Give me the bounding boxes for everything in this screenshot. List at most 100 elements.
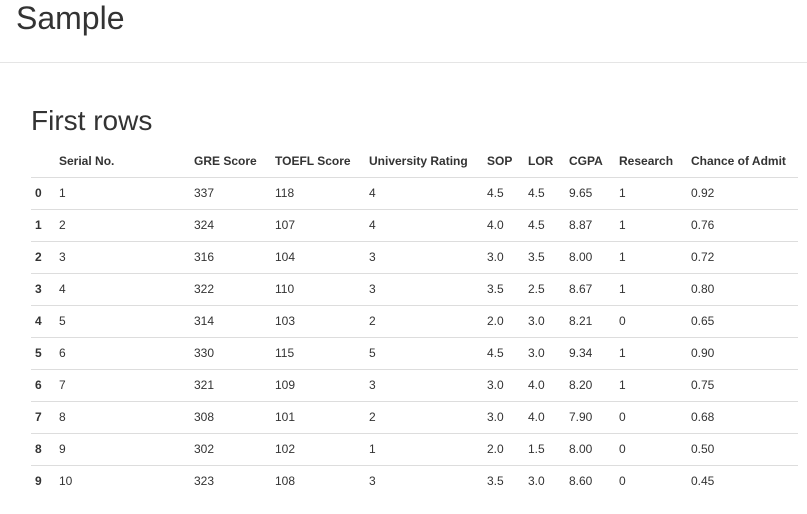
sop-cell: 3.0 [479, 401, 520, 434]
chance-of-admit-cell: 0.68 [683, 401, 798, 434]
row-index-cell: 1 [31, 209, 51, 242]
gre-score-cell: 321 [186, 369, 267, 402]
sop-cell: 3.0 [479, 241, 520, 274]
cgpa-cell: 8.87 [561, 209, 611, 242]
university-rating-cell: 3 [369, 474, 376, 489]
gre-score-cell: 308 [186, 401, 267, 434]
serial-no-cell: 5 [51, 305, 186, 338]
university-rating-cell: 3 [361, 241, 479, 274]
table-row: 4 5 314 103 2 2.0 3.0 8.21 0 0.65 [31, 305, 798, 338]
university-rating-cell: 3 [361, 273, 479, 306]
toefl-score-cell: 108 [275, 474, 296, 489]
university-rating-cell: 5 [361, 337, 479, 370]
table-row: 7 8 308 101 2 3.0 4.0 7.90 0 0.68 [31, 401, 798, 434]
chance-of-admit-cell: 0.76 [683, 209, 798, 242]
cgpa-cell: 8.00 [561, 241, 611, 274]
table-row: 8 9 302 102 1 2.0 1.5 8.00 0 0.50 [31, 433, 798, 466]
research-cell: 1 [611, 337, 683, 370]
serial-no-cell: 10 [59, 474, 73, 489]
section-title: First rows [31, 105, 153, 136]
cgpa-cell: 8.21 [561, 305, 611, 338]
toefl-score-cell: 103 [267, 305, 361, 338]
gre-score-cell: 323 [194, 474, 215, 489]
research-cell: 0 [611, 305, 683, 338]
table-row: 2 3 316 104 3 3.0 3.5 8.00 1 0.72 [31, 241, 798, 274]
lor-cell: 3.5 [520, 241, 561, 274]
research-cell: 0 [611, 433, 683, 466]
sop-cell: 3.0 [479, 369, 520, 402]
lor-cell: 4.5 [520, 177, 561, 210]
serial-no-cell: 8 [51, 401, 186, 434]
serial-no-cell: 4 [51, 273, 186, 306]
cgpa-cell: 7.90 [561, 401, 611, 434]
table-row: 9 10 323 108 3 3.5 3.0 8.60 0 0.45 [31, 465, 798, 497]
column-header-research: Research [611, 145, 683, 178]
chance-of-admit-cell: 0.92 [683, 177, 798, 210]
serial-no-cell: 7 [51, 369, 186, 402]
row-index-cell: 9 [35, 474, 42, 489]
toefl-score-cell: 104 [267, 241, 361, 274]
row-index-cell: 8 [31, 433, 51, 466]
sop-cell: 2.0 [479, 305, 520, 338]
toefl-score-cell: 101 [267, 401, 361, 434]
lor-cell: 4.5 [520, 209, 561, 242]
toefl-score-cell: 107 [267, 209, 361, 242]
university-rating-cell: 4 [361, 177, 479, 210]
table-header-row: Serial No. GRE Score TOEFL Score Univers… [31, 145, 798, 178]
toefl-score-cell: 115 [267, 337, 361, 370]
gre-score-cell: 302 [186, 433, 267, 466]
row-index-cell: 5 [31, 337, 51, 370]
serial-no-cell: 2 [51, 209, 186, 242]
column-header-sop: SOP [479, 145, 520, 178]
gre-score-cell: 330 [186, 337, 267, 370]
chance-of-admit-cell: 0.80 [683, 273, 798, 306]
cgpa-cell: 8.00 [561, 433, 611, 466]
gre-score-cell: 337 [186, 177, 267, 210]
research-cell: 1 [611, 209, 683, 242]
sop-cell: 4.5 [479, 177, 520, 210]
table-row: 1 2 324 107 4 4.0 4.5 8.87 1 0.76 [31, 209, 798, 242]
cgpa-cell: 8.20 [561, 369, 611, 402]
table-row: 3 4 322 110 3 3.5 2.5 8.67 1 0.80 [31, 273, 798, 306]
research-cell: 1 [611, 241, 683, 274]
lor-cell: 4.0 [520, 401, 561, 434]
row-index-cell: 3 [31, 273, 51, 306]
lor-cell: 3.0 [520, 305, 561, 338]
research-cell: 0 [619, 474, 626, 489]
column-header-lor: LOR [520, 145, 561, 178]
cgpa-cell: 8.67 [561, 273, 611, 306]
column-header-serial-no: Serial No. [51, 145, 186, 178]
table-row: 6 7 321 109 3 3.0 4.0 8.20 1 0.75 [31, 369, 798, 402]
row-index-cell: 4 [31, 305, 51, 338]
chance-of-admit-cell: 0.50 [683, 433, 798, 466]
gre-score-cell: 314 [186, 305, 267, 338]
research-cell: 1 [611, 369, 683, 402]
table-row: 0 1 337 118 4 4.5 4.5 9.65 1 0.92 [31, 177, 798, 210]
chance-of-admit-cell: 0.75 [683, 369, 798, 402]
toefl-score-cell: 102 [267, 433, 361, 466]
chance-of-admit-cell: 0.65 [683, 305, 798, 338]
sop-cell: 3.5 [479, 273, 520, 306]
lor-cell: 3.0 [520, 337, 561, 370]
column-header-chance-of-admit: Chance of Admit [683, 145, 798, 178]
serial-no-cell: 9 [51, 433, 186, 466]
row-index-cell: 0 [31, 177, 51, 210]
cgpa-cell: 8.60 [569, 474, 593, 489]
row-index-cell: 2 [31, 241, 51, 274]
column-header-university-rating: University Rating [361, 145, 479, 178]
research-cell: 0 [611, 401, 683, 434]
sop-cell: 4.5 [479, 337, 520, 370]
column-header-gre-score: GRE Score [186, 145, 267, 178]
page-header: Sample [0, 0, 807, 63]
toefl-score-cell: 118 [267, 177, 361, 210]
sop-cell: 2.0 [479, 433, 520, 466]
research-cell: 1 [611, 273, 683, 306]
gre-score-cell: 316 [186, 241, 267, 274]
sop-cell: 3.5 [487, 474, 504, 489]
cgpa-cell: 9.34 [561, 337, 611, 370]
university-rating-cell: 4 [361, 209, 479, 242]
table-row: 5 6 330 115 5 4.5 3.0 9.34 1 0.90 [31, 337, 798, 370]
table-body: 0 1 337 118 4 4.5 4.5 9.65 1 0.92 1 2 324 107 4 4.0 4.5 8… [31, 177, 798, 497]
chance-of-admit-cell: 0.90 [683, 337, 798, 370]
toefl-score-cell: 109 [267, 369, 361, 402]
